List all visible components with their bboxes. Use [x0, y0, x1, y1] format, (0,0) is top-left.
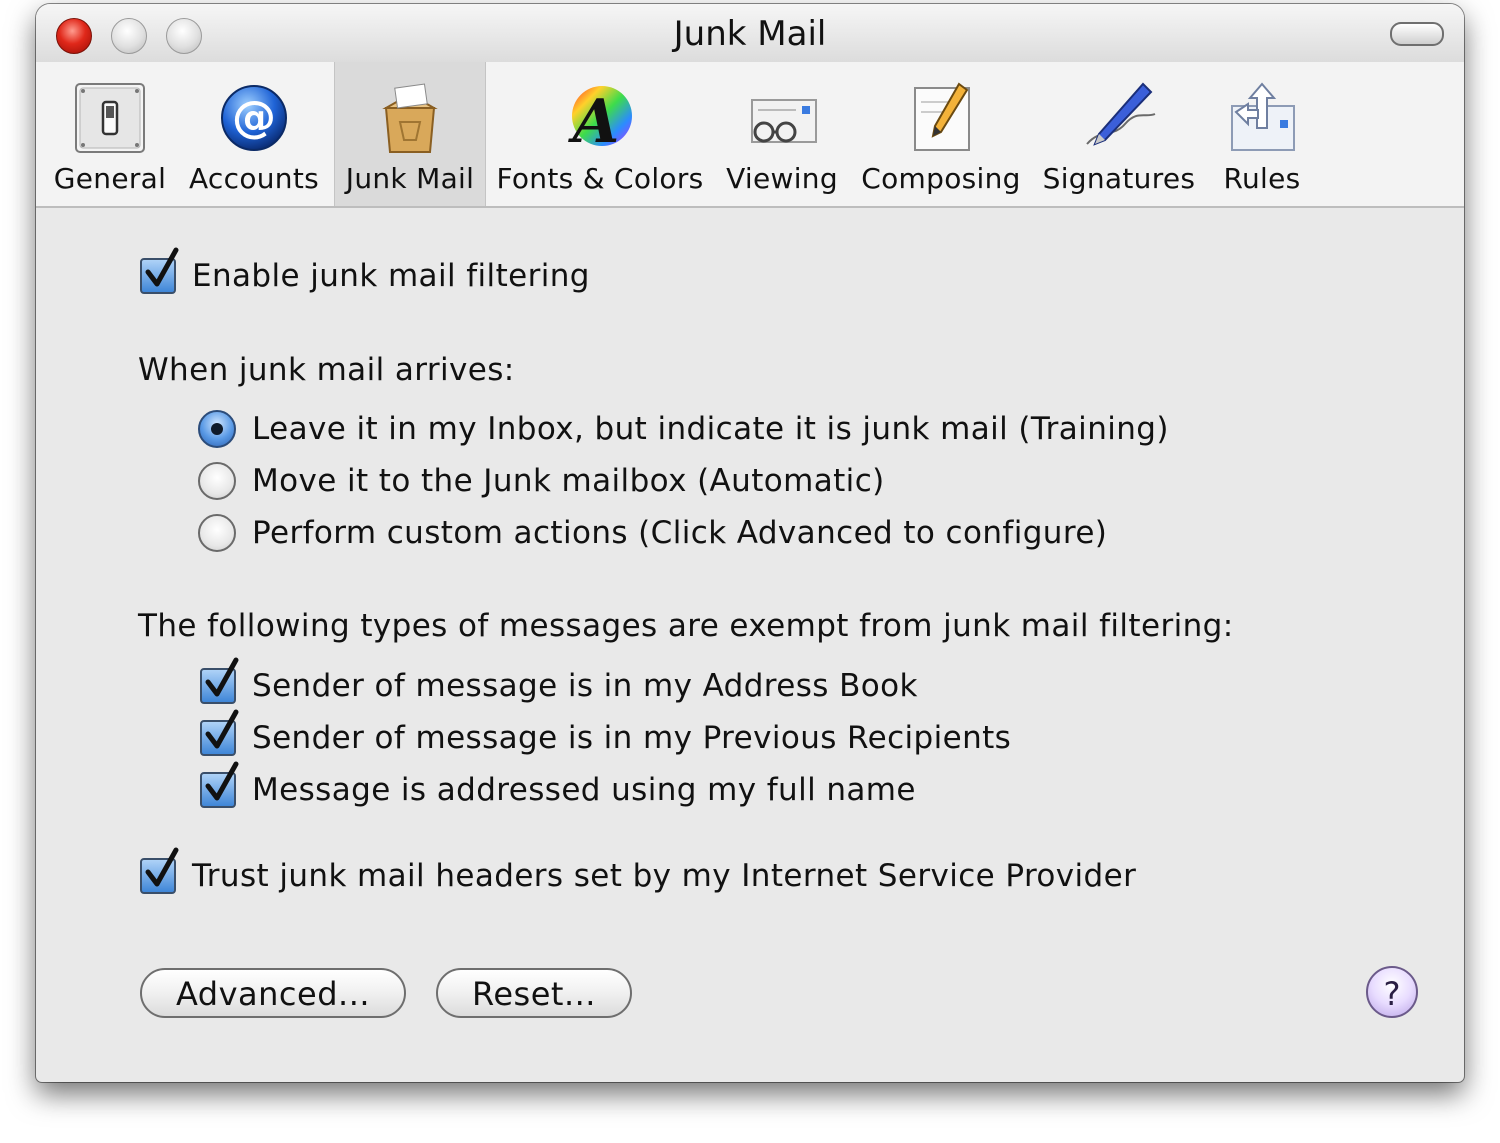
- tab-junk-mail[interactable]: Junk Mail: [334, 62, 486, 206]
- radio-label: Move it to the Junk mailbox (Automatic): [252, 463, 885, 499]
- at-sign-icon: @: [221, 85, 287, 151]
- tab-general[interactable]: General: [46, 62, 174, 206]
- tab-fonts-colors[interactable]: A Fonts & Colors: [490, 62, 710, 206]
- title-bar[interactable]: Junk Mail: [36, 4, 1464, 62]
- help-button[interactable]: ?: [1366, 966, 1418, 1018]
- radio-custom[interactable]: [198, 514, 236, 552]
- arrival-option-automatic[interactable]: Move it to the Junk mailbox (Automatic): [198, 462, 885, 500]
- tab-label: Composing: [861, 162, 1021, 195]
- tab-accounts[interactable]: @ Accounts: [184, 62, 324, 206]
- tab-rules[interactable]: Rules: [1212, 62, 1312, 206]
- tab-viewing[interactable]: Viewing: [720, 62, 844, 206]
- preferences-toolbar: General @ Accounts Junk Mail A Fonts & C…: [36, 62, 1464, 208]
- reset-button[interactable]: Reset...: [436, 968, 632, 1018]
- full-name-checkbox[interactable]: [200, 761, 239, 808]
- tab-label: Fonts & Colors: [496, 162, 704, 195]
- previous-recipients-checkbox[interactable]: [200, 709, 239, 756]
- trust-isp-headers-option[interactable]: Trust junk mail headers set by my Intern…: [140, 847, 1137, 894]
- enable-junk-filter-checkbox[interactable]: [140, 247, 179, 294]
- arrival-option-custom[interactable]: Perform custom actions (Click Advanced t…: [198, 514, 1107, 552]
- tab-label: Junk Mail: [345, 162, 475, 195]
- checkbox-label: Sender of message is in my Address Book: [252, 668, 918, 704]
- junk-bag-icon: [382, 83, 438, 153]
- color-font-icon: A: [568, 86, 632, 157]
- tab-composing[interactable]: Composing: [858, 62, 1024, 206]
- svg-text:@: @: [232, 92, 276, 143]
- enable-junk-filter-option[interactable]: Enable junk mail filtering: [140, 247, 590, 294]
- toolbar-toggle-button[interactable]: [1390, 22, 1444, 46]
- exempt-heading: The following types of messages are exem…: [138, 608, 1234, 644]
- radio-label: Perform custom actions (Click Advanced t…: [252, 515, 1108, 551]
- radio-label: Leave it in my Inbox, but indicate it is…: [252, 411, 1169, 447]
- question-mark-icon: ?: [1383, 975, 1401, 1013]
- radio-training[interactable]: [198, 410, 236, 448]
- exempt-option-previous-recipients[interactable]: Sender of message is in my Previous Reci…: [200, 709, 1012, 756]
- pencil-paper-icon: [914, 82, 970, 151]
- checkmark-icon: [205, 761, 239, 801]
- rules-arrows-icon: [1231, 82, 1295, 151]
- tab-label: Signatures: [1042, 162, 1196, 195]
- enable-junk-filter-label: Enable junk mail filtering: [192, 258, 590, 294]
- radio-automatic[interactable]: [198, 462, 236, 500]
- checkmark-icon: [205, 709, 239, 749]
- exempt-option-full-name[interactable]: Message is addressed using my full name: [200, 761, 916, 808]
- tab-label: General: [53, 162, 167, 195]
- checkmark-icon: [145, 847, 179, 887]
- tab-label: Rules: [1223, 162, 1301, 195]
- fountain-pen-icon: [1086, 82, 1156, 146]
- glasses-icon: [751, 99, 817, 143]
- exempt-option-address-book[interactable]: Sender of message is in my Address Book: [200, 657, 918, 704]
- preferences-window: Junk Mail General @ Accounts Junk Mail A…: [36, 4, 1464, 1082]
- checkbox-label: Sender of message is in my Previous Reci…: [252, 720, 1012, 756]
- arrival-heading: When junk mail arrives:: [138, 352, 515, 388]
- trust-isp-headers-label: Trust junk mail headers set by my Intern…: [192, 858, 1137, 894]
- light-switch-icon: [75, 83, 145, 153]
- arrival-option-training[interactable]: Leave it in my Inbox, but indicate it is…: [198, 410, 1169, 448]
- advanced-button[interactable]: Advanced...: [140, 968, 406, 1018]
- svg-text:A: A: [568, 87, 620, 157]
- tab-label: Viewing: [726, 162, 838, 195]
- checkmark-icon: [145, 247, 179, 287]
- trust-isp-headers-checkbox[interactable]: [140, 847, 179, 894]
- checkmark-icon: [205, 657, 239, 697]
- tab-label: Accounts: [188, 162, 320, 195]
- address-book-checkbox[interactable]: [200, 657, 239, 704]
- junk-mail-settings-panel: Enable junk mail filtering When junk mai…: [36, 208, 1464, 1082]
- checkbox-label: Message is addressed using my full name: [252, 772, 916, 808]
- tab-signatures[interactable]: Signatures: [1040, 62, 1198, 206]
- window-title: Junk Mail: [673, 14, 827, 54]
